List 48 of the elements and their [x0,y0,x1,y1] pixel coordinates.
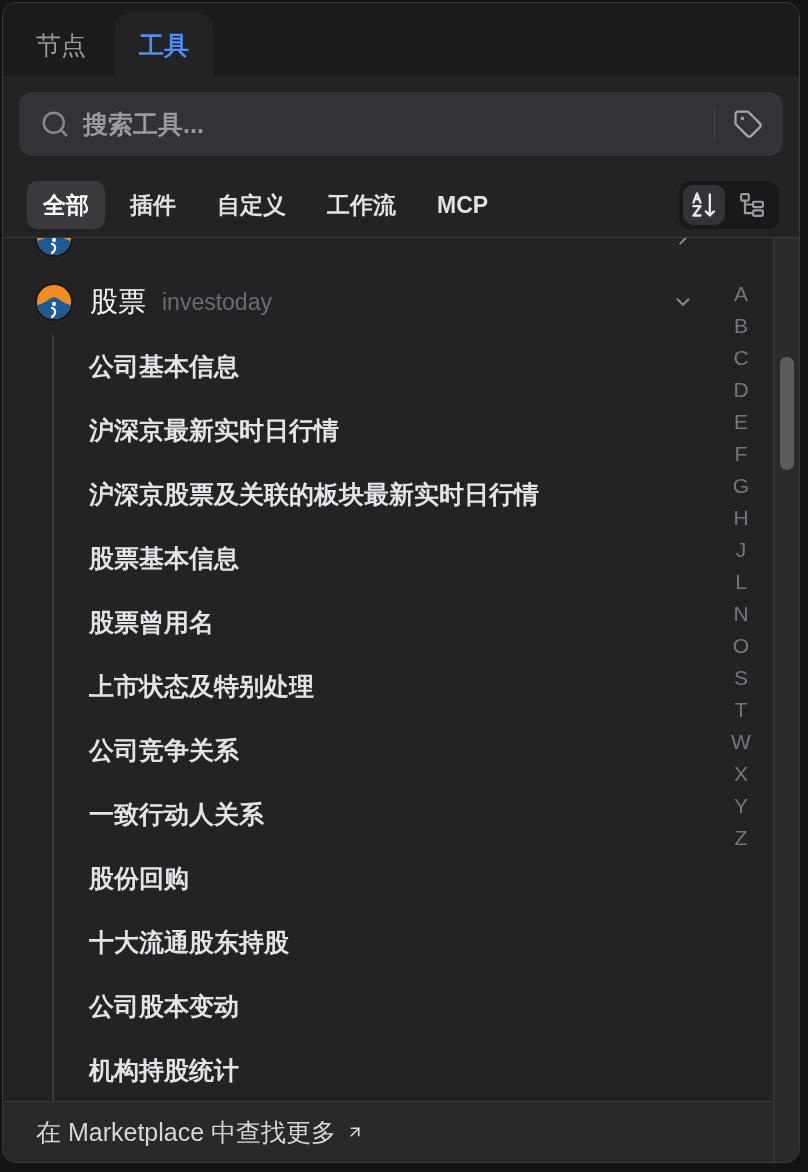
tool-item[interactable]: 机构持股统计 [89,1054,239,1086]
provider-source: investoday [162,288,272,317]
tab[interactable]: 工具 [115,13,213,76]
index-letter[interactable]: A [734,278,748,310]
tool-item[interactable]: 公司基本信息 [89,350,239,382]
index-letter[interactable]: O [732,630,750,662]
index-letter[interactable]: C [733,342,749,374]
provider-name: 股票 [90,285,146,319]
index-letter[interactable]: W [731,726,751,758]
index-letter[interactable]: S [734,662,748,694]
search-field[interactable]: 搜索工具... [19,92,783,156]
index-letter[interactable]: G [732,470,750,502]
tab[interactable]: 节点 [12,13,110,76]
filter-tab[interactable]: 自定义 [201,181,302,229]
filter-tab[interactable]: MCP [421,181,505,229]
tool-item[interactable]: 股份回购 [89,862,189,894]
round-logo-icon [35,283,73,321]
filter-tab[interactable]: 全部 [27,181,105,229]
tool-item[interactable]: 股票基本信息 [89,542,239,574]
index-letter[interactable]: E [734,406,748,438]
marketplace-link[interactable]: 在 Marketplace 中查找更多 [36,1117,365,1147]
filter-tab[interactable]: 工作流 [311,181,412,229]
tool-item[interactable]: 公司竞争关系 [89,734,239,766]
filter-tab[interactable]: 插件 [114,181,192,229]
index-letter[interactable]: H [733,502,749,534]
tree-icon [739,192,765,218]
index-letter[interactable]: B [734,310,748,342]
index-letter[interactable]: N [733,598,749,630]
index-letter[interactable]: F [734,438,748,470]
tool-item[interactable]: 一致行动人关系 [89,798,264,830]
scrollbar-thumb[interactable] [779,357,794,470]
index-letter[interactable]: J [735,534,747,566]
tag-icon[interactable] [733,109,763,139]
sort-az-icon [690,191,718,219]
tool-item[interactable]: 十大流通股东持股 [89,926,289,958]
index-letter[interactable]: Z [734,822,748,854]
tool-item[interactable]: 沪深京股票及关联的板块最新实时日行情 [89,478,539,510]
search-icon [40,109,70,139]
index-letter[interactable]: X [734,758,748,790]
sort-button[interactable] [683,185,725,225]
tool-item[interactable]: 公司股本变动 [89,990,239,1022]
tool-item[interactable]: 沪深京最新实时日行情 [89,414,339,446]
tool-item[interactable]: 上市状态及特别处理 [89,670,314,702]
tool-item[interactable]: 股票曾用名 [89,606,214,638]
index-letter[interactable]: D [733,374,749,406]
index-letter[interactable]: T [734,694,748,726]
index-letter[interactable]: Y [734,790,748,822]
index-letter[interactable]: L [735,566,747,598]
